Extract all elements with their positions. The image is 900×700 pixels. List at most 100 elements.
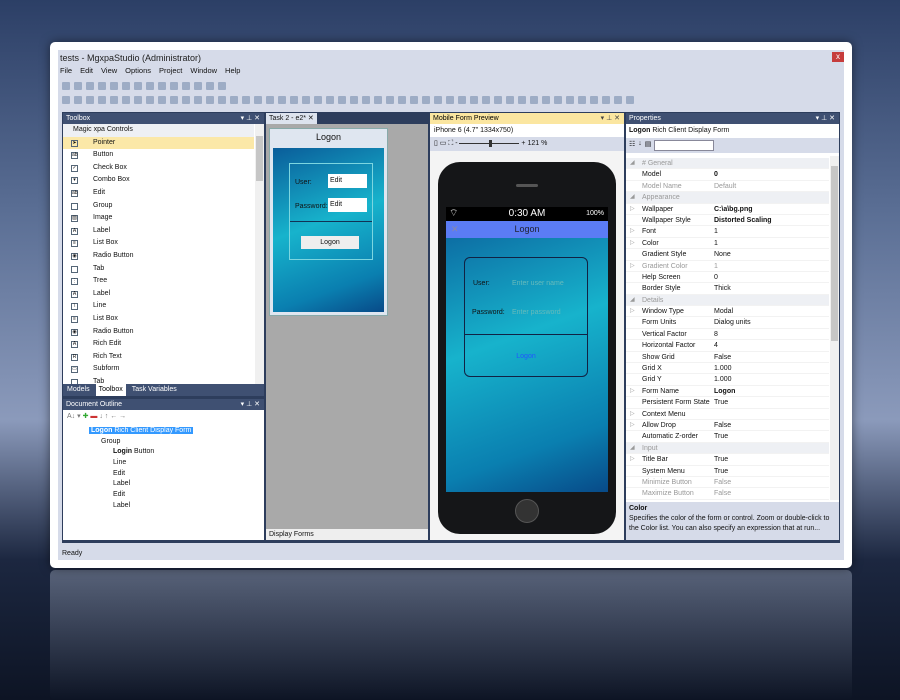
sort-az-icon[interactable]: ↓ [638, 140, 642, 151]
property-row[interactable]: Grid Y 1.000 [626, 374, 829, 386]
toolbar-button-icon[interactable] [266, 95, 274, 104]
object-selector[interactable]: Logon Rich Client Display Form [626, 124, 839, 138]
toolbar-button-icon[interactable] [470, 95, 478, 104]
user-edit[interactable]: Edit [328, 174, 367, 188]
zoom-slider[interactable] [459, 139, 520, 147]
toolbar-button-icon[interactable] [182, 81, 190, 90]
menu-help[interactable]: Help [225, 66, 240, 75]
menu-project[interactable]: Project [159, 66, 182, 75]
property-row[interactable]: Wallpaper Style Distorted Scaling [626, 215, 829, 227]
property-value[interactable]: 4 [714, 340, 829, 350]
collapse-icon[interactable]: ◢ [630, 443, 635, 454]
menu-view[interactable]: View [101, 66, 117, 75]
toolbar-button-icon[interactable] [206, 81, 214, 90]
property-row[interactable]: Persistent Form State True [626, 397, 829, 409]
toolbar-button-icon[interactable] [386, 95, 394, 104]
outline-item[interactable]: Line [69, 458, 264, 469]
collapse-icon[interactable]: ◢ [630, 295, 635, 306]
outline-item[interactable]: Label [69, 479, 264, 490]
panel-controls[interactable]: ▾ ⊥ ✕ [816, 113, 835, 124]
toolbox-item[interactable]: ≡ List Box [63, 237, 254, 250]
tab-toolbox[interactable]: Toolbox [95, 384, 126, 396]
property-value[interactable]: None [714, 249, 829, 259]
property-value[interactable] [714, 409, 829, 419]
property-row[interactable]: System Menu True [626, 466, 829, 477]
property-value[interactable]: 1.000 [714, 374, 829, 384]
toolbar-button-icon[interactable] [194, 95, 202, 104]
menu-window[interactable]: Window [190, 66, 217, 75]
property-row[interactable]: Model 0 [626, 169, 829, 181]
panel-controls[interactable]: ▾ ⊥ ✕ [241, 399, 260, 410]
menu-edit[interactable]: Edit [80, 66, 93, 75]
property-row[interactable]: Help Screen 0 [626, 272, 829, 284]
property-value[interactable]: Modal [714, 306, 829, 316]
toolbar-button-icon[interactable] [374, 95, 382, 104]
toolbar-button-icon[interactable] [134, 81, 142, 90]
property-row[interactable]: Form Units Dialog units [626, 317, 829, 329]
toolbar-button-icon[interactable] [62, 95, 70, 104]
toolbar-button-icon[interactable] [122, 95, 130, 104]
toolbar-button-icon[interactable] [626, 95, 634, 104]
mobile-password-input[interactable]: Enter password [512, 309, 561, 316]
expand-icon[interactable]: ▷ [630, 386, 635, 397]
toolbox-scrollbar[interactable] [255, 124, 264, 384]
property-row[interactable]: ▷ Context Menu [626, 409, 829, 420]
property-row[interactable]: Show Grid False [626, 352, 829, 364]
toolbar-button-icon[interactable] [74, 81, 82, 90]
property-value[interactable]: True [714, 431, 829, 441]
property-value[interactable]: 0 [714, 272, 829, 282]
property-value[interactable]: 0 [714, 169, 829, 179]
property-row[interactable]: ▷ Title Bar True [626, 454, 829, 466]
toolbar-button-icon[interactable] [482, 95, 490, 104]
outline-toolbar[interactable]: A↓ ▾ ✚ ▬ ↓ ↑ ← → [67, 412, 126, 420]
property-row[interactable]: ▷ Color 1 [626, 238, 829, 250]
expand-icon[interactable]: ▷ [630, 226, 635, 237]
outline-root[interactable]: Logon Rich Client Display Form [69, 426, 264, 437]
device-select[interactable]: iPhone 6 (4.7" 1334x750) [430, 124, 624, 137]
toolbox-item[interactable]: Group [63, 200, 254, 213]
property-row[interactable]: Grid X 1.000 [626, 363, 829, 375]
toolbar-button-icon[interactable] [254, 95, 262, 104]
toolbar-button-icon[interactable] [170, 95, 178, 104]
property-value[interactable]: C:\a\bg.png [714, 204, 829, 214]
expand-icon[interactable]: ▷ [630, 204, 635, 215]
tab-display-forms[interactable]: Display Forms [266, 529, 428, 540]
property-value[interactable]: False [714, 488, 829, 498]
expand-icon[interactable]: ▷ [630, 306, 635, 317]
toolbar-button-icon[interactable] [530, 95, 538, 104]
toolbox-item[interactable]: ab Edit [63, 187, 254, 200]
toolbar-button-icon[interactable] [566, 95, 574, 104]
pages-icon[interactable]: ▤ [645, 140, 652, 151]
outline-item[interactable]: Group [69, 437, 264, 448]
toolbar-button-icon[interactable] [230, 95, 238, 104]
toolbar-button-icon[interactable] [122, 81, 130, 90]
toolbar-button-icon[interactable] [290, 95, 298, 104]
panel-controls[interactable]: ▾ ⊥ ✕ [241, 113, 260, 124]
property-row[interactable]: Horizontal Factor 4 [626, 340, 829, 352]
toolbar-button-icon[interactable] [410, 95, 418, 104]
toolbox-item[interactable]: ✓ Check Box [63, 162, 254, 175]
toolbar-button-icon[interactable] [422, 95, 430, 104]
expand-icon[interactable]: ▷ [630, 238, 635, 249]
expand-icon[interactable]: ▷ [630, 454, 635, 465]
property-row[interactable]: Maximize Button False [626, 488, 829, 500]
property-value[interactable]: Logon [714, 386, 829, 396]
property-value[interactable]: 1 [714, 238, 829, 248]
toolbar-button-icon[interactable] [206, 95, 214, 104]
property-value[interactable]: Thick [714, 283, 829, 293]
property-value[interactable]: 1 [714, 261, 829, 271]
toolbox-item[interactable]: Tab [63, 376, 254, 384]
toolbar-button-icon[interactable] [74, 95, 82, 104]
property-category[interactable]: ◢ Appearance [626, 192, 829, 204]
toolbar-button-icon[interactable] [314, 95, 322, 104]
property-row[interactable]: ▷ Font 1 [626, 226, 829, 238]
toolbox-item[interactable]: ◉ Radio Button [63, 250, 254, 263]
toolbar-button-icon[interactable] [110, 81, 118, 90]
toolbar-button-icon[interactable] [146, 81, 154, 90]
property-value[interactable]: False [714, 352, 829, 362]
property-value[interactable]: 1.000 [714, 363, 829, 373]
property-value[interactable]: 1 [714, 226, 829, 236]
toolbar-button-icon[interactable] [158, 81, 166, 90]
property-row[interactable]: Minimize Button False [626, 477, 829, 489]
toolbar-button-icon[interactable] [182, 95, 190, 104]
